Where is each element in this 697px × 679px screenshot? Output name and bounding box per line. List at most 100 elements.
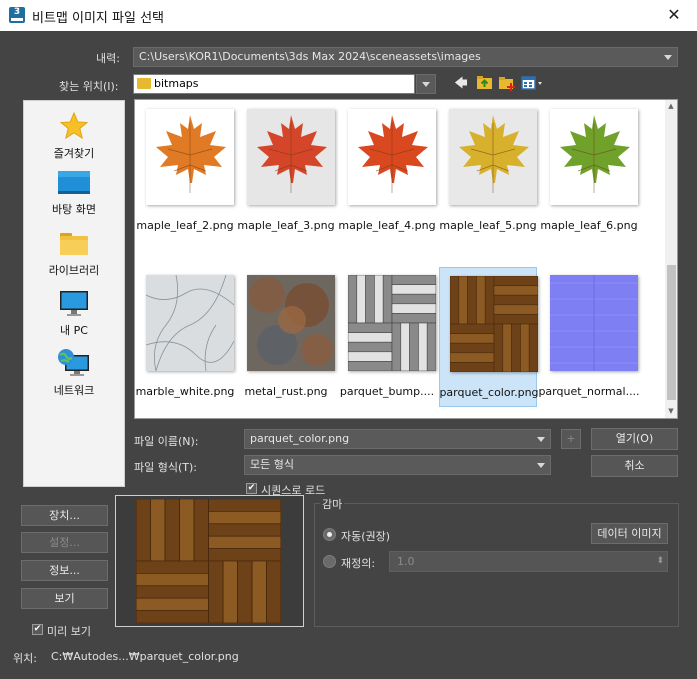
file-name: maple_leaf_3.png (237, 219, 335, 232)
lookin-folder: bitmaps (154, 77, 199, 90)
view-menu-icon (521, 76, 542, 90)
history-label: 내력: (96, 52, 120, 65)
file-thumbnail (146, 109, 234, 205)
file-item[interactable]: maple_leaf_6.png (540, 101, 638, 241)
window-title: 비트맵 이미지 파일 선택 (32, 11, 164, 26)
spinner-icon[interactable]: ⬍ (656, 552, 664, 571)
app-icon: 3 (9, 7, 25, 23)
app-icon-text: 3 (13, 7, 21, 17)
place-label: 즐겨찾기 (53, 147, 95, 160)
up-folder-button[interactable] (475, 74, 495, 94)
file-item[interactable]: maple_leaf_3.png (237, 101, 335, 241)
file-name: parquet_bump.... (339, 385, 435, 398)
file-name: parquet_normal.... (538, 385, 640, 398)
file-item[interactable]: maple_leaf_4.png (338, 101, 436, 241)
filetype-label: 파일 형식(T): (134, 461, 197, 474)
network-icon (58, 349, 89, 376)
place-label: 내 PC (60, 324, 88, 337)
file-thumbnail (550, 109, 638, 205)
chevron-down-icon (422, 82, 430, 87)
scroll-up-icon[interactable]: ▲ (665, 100, 677, 112)
file-item[interactable]: maple_leaf_5.png (439, 101, 537, 241)
place-libraries[interactable]: 라이브러리 (24, 230, 124, 278)
file-name: maple_leaf_6.png (540, 219, 638, 232)
file-item[interactable]: marble_white.png (136, 267, 234, 407)
file-item[interactable]: metal_rust.png (237, 267, 335, 407)
gamma-title: 감마 (320, 496, 345, 512)
open-button[interactable]: 열기(O) (591, 428, 678, 450)
file-name: parquet_color.png (439, 386, 539, 399)
gamma-value-text: 1.0 (397, 555, 415, 568)
place-this-pc[interactable]: 내 PC (24, 290, 124, 338)
lookin-dropdown-button[interactable] (416, 74, 436, 94)
monitor-icon (60, 291, 88, 316)
view-menu-button[interactable] (520, 74, 542, 94)
data-image-button[interactable]: 데이터 이미지 (591, 523, 668, 544)
file-thumbnail (449, 109, 537, 205)
add-button[interactable]: + (561, 429, 581, 449)
place-network[interactable]: 네트워크 (24, 348, 124, 398)
file-thumbnail (348, 109, 436, 205)
file-item[interactable]: maple_leaf_2.png (136, 101, 234, 241)
chevron-down-icon (537, 463, 545, 468)
place-favorites[interactable]: 즐겨찾기 (24, 111, 124, 161)
setup-button[interactable]: 설정... (21, 532, 108, 553)
file-item[interactable]: parquet_normal.... (538, 267, 640, 407)
cancel-button[interactable]: 취소 (591, 455, 678, 477)
gamma-override-value[interactable]: 1.0 ⬍ (389, 551, 668, 572)
gamma-auto-label: 자동(권장) (341, 530, 391, 543)
history-combo[interactable]: C:\Users\KOR1\Documents\3ds Max 2024\sce… (133, 47, 678, 67)
folder-icon (60, 233, 88, 255)
file-item[interactable]: parquet_color.png (439, 267, 539, 407)
scroll-down-icon[interactable]: ▼ (665, 405, 677, 417)
gamma-auto-radio[interactable] (323, 528, 336, 541)
preview-label: 미리 보기 (47, 625, 91, 638)
gamma-override-radio[interactable] (323, 555, 336, 568)
star-icon (59, 111, 89, 140)
location-label: 위치: (13, 652, 37, 665)
filename-label: 파일 이름(N): (134, 435, 199, 448)
filetype-value: 모든 형식 (250, 458, 294, 471)
sequence-checkbox[interactable]: ✔ (246, 483, 257, 494)
desktop-icon (58, 171, 90, 194)
scroll-thumb[interactable] (667, 265, 676, 400)
info-button[interactable]: 정보... (21, 560, 108, 581)
history-path: C:\Users\KOR1\Documents\3ds Max 2024\sce… (139, 50, 481, 63)
close-button[interactable]: ✕ (662, 4, 686, 26)
file-thumbnail (146, 275, 234, 371)
file-name: metal_rust.png (244, 385, 328, 398)
place-label: 라이브러리 (48, 264, 100, 277)
view-button[interactable]: 보기 (21, 588, 108, 609)
filetype-combo[interactable]: 모든 형식 (244, 455, 551, 475)
file-thumbnail (247, 275, 335, 371)
file-name: maple_leaf_4.png (338, 219, 436, 232)
place-label: 네트워크 (53, 384, 95, 397)
title-bar: 3 비트맵 이미지 파일 선택 ✕ (0, 0, 697, 31)
file-thumbnail (247, 109, 335, 205)
place-label: 바탕 화면 (52, 203, 96, 216)
lookin-label: 찾는 위치(I): (59, 80, 119, 93)
file-list[interactable]: maple_leaf_2.png maple_leaf_3.png maple_le… (134, 99, 678, 419)
new-folder-button[interactable] (497, 74, 517, 94)
file-name: maple_leaf_5.png (439, 219, 537, 232)
filename-combo[interactable]: parquet_color.png (244, 429, 551, 449)
new-folder-icon (499, 77, 515, 91)
places-bar: 즐겨찾기 바탕 화면 라이브러리 내 PC 네트워크 (23, 100, 125, 487)
file-name: maple_leaf_2.png (136, 219, 234, 232)
file-thumbnail (348, 275, 436, 371)
location-value: C:₩Autodes...₩parquet_color.png (51, 650, 239, 663)
file-name: marble_white.png (135, 385, 235, 398)
file-item[interactable]: parquet_bump.... (338, 267, 436, 407)
file-thumbnail (550, 275, 638, 371)
chevron-down-icon (664, 55, 672, 60)
preview-image (136, 499, 281, 623)
preview-checkbox[interactable]: ✔ (32, 624, 43, 635)
folder-icon (137, 78, 151, 89)
lookin-combo[interactable]: bitmaps (133, 74, 415, 94)
devices-button[interactable]: 장치... (21, 505, 108, 526)
back-button[interactable]: 🡄 (451, 74, 471, 94)
file-thumbnail (450, 276, 538, 372)
gamma-override-label: 재정의: (341, 557, 376, 570)
place-desktop[interactable]: 바탕 화면 (24, 169, 124, 217)
folder-up-icon (477, 76, 492, 89)
